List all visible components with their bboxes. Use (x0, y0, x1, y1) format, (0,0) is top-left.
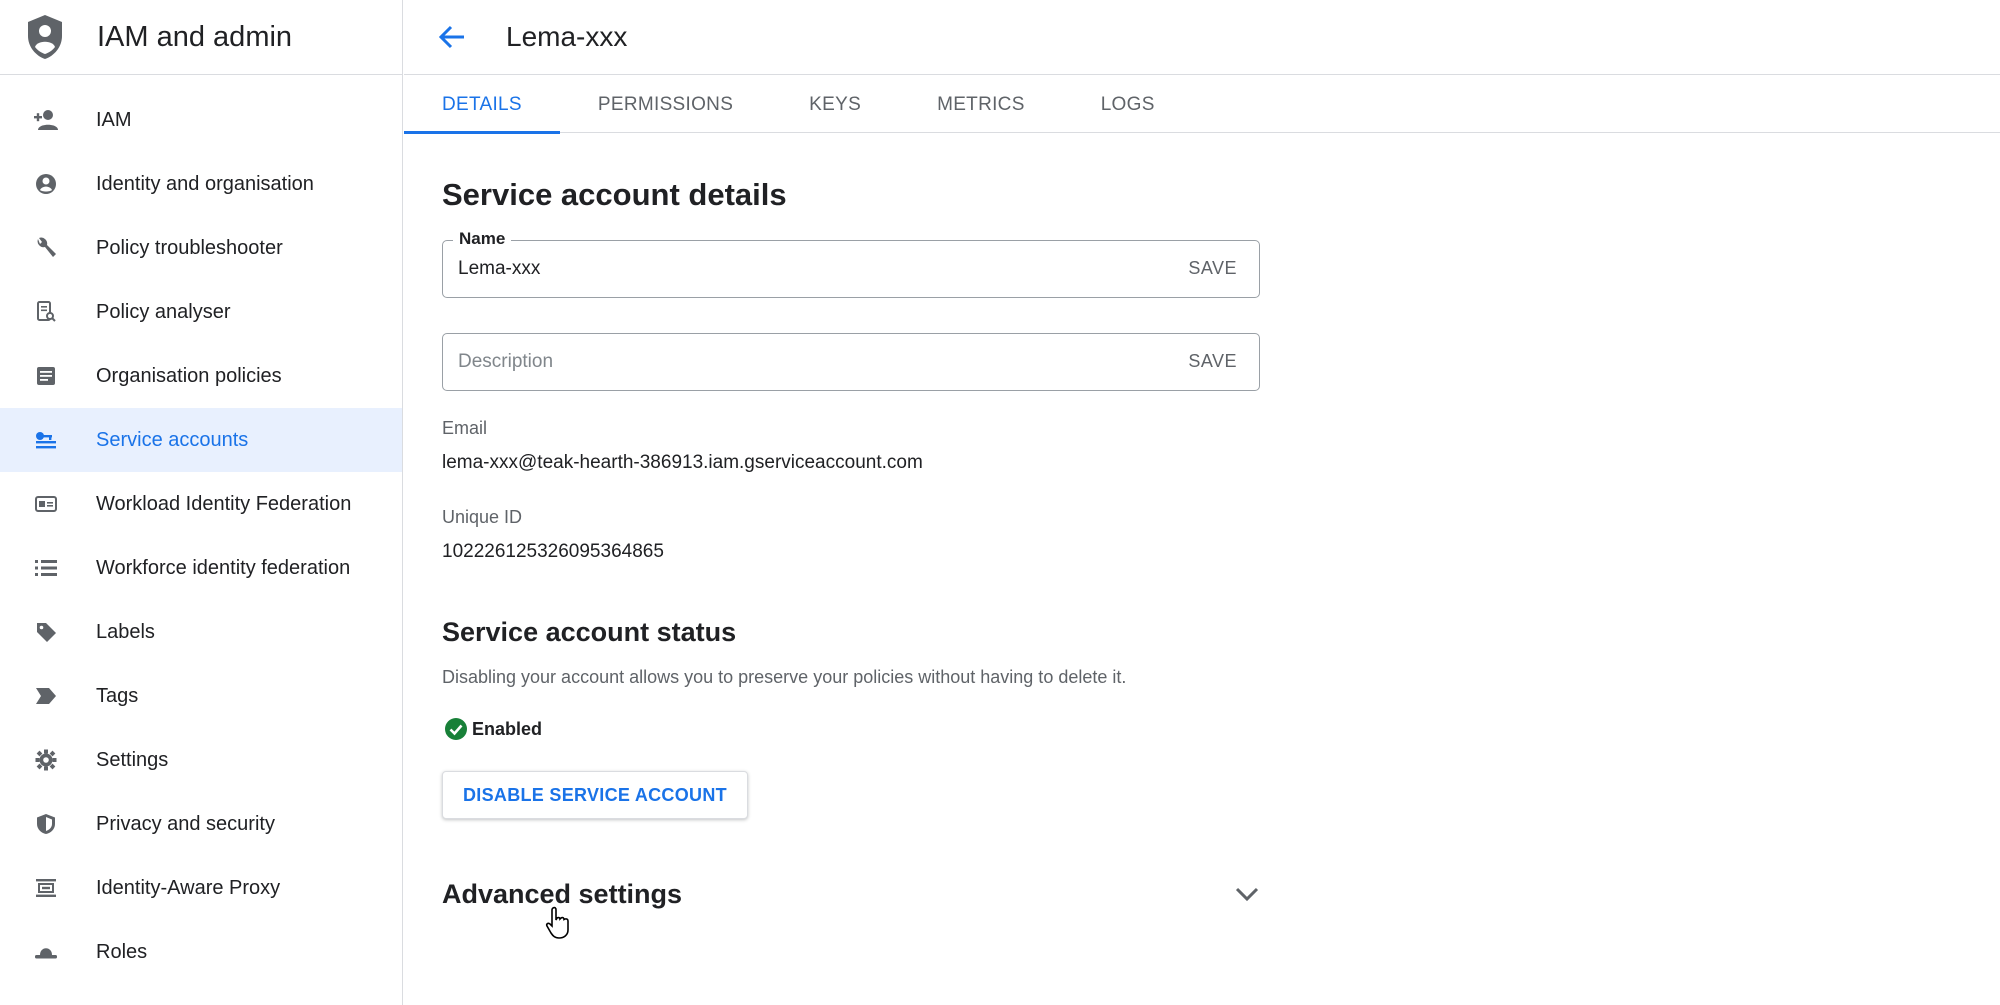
sidebar-item-labels[interactable]: Labels (0, 600, 402, 664)
sidebar: IAM and admin IAM Identity and organisat… (0, 0, 403, 1005)
tab-keys[interactable]: KEYS (771, 76, 899, 133)
name-field-value: Lema-xxx (458, 258, 541, 279)
description-field[interactable]: Description SAVE (442, 333, 1260, 391)
document-search-icon (31, 297, 61, 327)
sidebar-item-organisation-policies[interactable]: Organisation policies (0, 344, 402, 408)
article-icon (31, 361, 61, 391)
sidebar-item-label: Privacy and security (96, 812, 275, 835)
service-account-details-heading: Service account details (442, 177, 787, 212)
sidebar-item-iam[interactable]: IAM (0, 88, 402, 152)
disable-service-account-button[interactable]: DISABLE SERVICE ACCOUNT (442, 771, 748, 819)
sidebar-item-tags[interactable]: Tags (0, 664, 402, 728)
service-account-status-heading: Service account status (442, 617, 737, 647)
tab-permissions[interactable]: PERMISSIONS (560, 76, 771, 133)
email-label: Email (442, 418, 488, 438)
sidebar-nav: IAM Identity and organisation Policy tro… (0, 88, 402, 984)
sidebar-item-policy-analyser[interactable]: Policy analyser (0, 280, 402, 344)
sidebar-item-label: IAM (96, 108, 132, 131)
id-card-icon (31, 489, 61, 519)
sidebar-item-label: Policy troubleshooter (96, 236, 283, 259)
check-circle-icon (445, 718, 467, 740)
sidebar-item-service-accounts[interactable]: Service accounts (0, 408, 402, 472)
sidebar-item-identity-and-organisation[interactable]: Identity and organisation (0, 152, 402, 216)
sidebar-item-identity-aware-proxy[interactable]: Identity-Aware Proxy (0, 856, 402, 920)
wrench-icon (31, 233, 61, 263)
tag-arrow-icon (31, 681, 61, 711)
sidebar-item-privacy-and-security[interactable]: Privacy and security (0, 792, 402, 856)
sidebar-item-label: Organisation policies (96, 364, 282, 387)
sidebar-item-label: Tags (96, 684, 139, 707)
app-title: IAM and admin (97, 20, 293, 53)
sidebar-item-label: Labels (96, 620, 155, 643)
name-save-button[interactable]: SAVE (1188, 258, 1237, 279)
list-icon (31, 553, 61, 583)
name-field[interactable]: Name Lema-xxx SAVE (442, 229, 1260, 298)
status-text: Enabled (472, 718, 543, 739)
name-field-label: Name (453, 229, 512, 249)
back-button[interactable] (432, 17, 472, 57)
page-title: Lema-xxx (506, 21, 628, 52)
tab-logs[interactable]: LOGS (1063, 76, 1193, 133)
person-add-icon (31, 105, 61, 135)
description-save-button[interactable]: SAVE (1188, 351, 1237, 372)
hat-icon (31, 937, 61, 967)
sidebar-item-label: Workload Identity Federation (96, 492, 352, 515)
tab-bar: DETAILS PERMISSIONS KEYS METRICS LOGS (404, 76, 2000, 134)
unique-id-value: 102226125326095364865 (442, 541, 664, 562)
sidebar-item-label: Settings (96, 748, 169, 771)
email-value: lema-xxx@teak-hearth-386913.iam.gservice… (442, 452, 923, 473)
sidebar-item-label: Roles (96, 940, 148, 963)
sidebar-item-label: Identity-Aware Proxy (96, 876, 281, 899)
sidebar-item-label: Service accounts (96, 428, 249, 451)
sidebar-item-label: Identity and organisation (96, 172, 314, 195)
sidebar-header: IAM and admin (0, 0, 402, 75)
iam-shield-logo-icon (25, 13, 65, 61)
advanced-settings-heading: Advanced settings (442, 878, 683, 909)
proxy-icon (31, 873, 61, 903)
chevron-down-icon (1235, 887, 1259, 902)
sidebar-item-policy-troubleshooter[interactable]: Policy troubleshooter (0, 216, 402, 280)
arrow-back-icon (438, 25, 464, 49)
tab-details[interactable]: DETAILS (404, 76, 560, 134)
description-placeholder: Description (458, 351, 554, 372)
page-header: Lema-xxx (404, 0, 2000, 75)
status-description: Disabling your account allows you to pre… (442, 667, 1127, 687)
sidebar-item-label: Policy analyser (96, 300, 231, 323)
sidebar-item-workforce-identity-federation[interactable]: Workforce identity federation (0, 536, 402, 600)
shield-icon (31, 809, 61, 839)
sidebar-item-settings[interactable]: Settings (0, 728, 402, 792)
service-account-icon (31, 425, 61, 455)
account-circle-icon (31, 169, 61, 199)
gear-icon (31, 745, 61, 775)
tab-metrics[interactable]: METRICS (899, 76, 1063, 133)
sidebar-item-label: Workforce identity federation (96, 556, 351, 579)
sidebar-item-workload-identity-federation[interactable]: Workload Identity Federation (0, 472, 402, 536)
status-badge: Enabled (444, 717, 542, 741)
label-tag-icon (31, 617, 61, 647)
hand-pointer-cursor-icon (545, 906, 569, 939)
sidebar-item-roles[interactable]: Roles (0, 920, 402, 984)
unique-id-label: Unique ID (442, 507, 523, 527)
